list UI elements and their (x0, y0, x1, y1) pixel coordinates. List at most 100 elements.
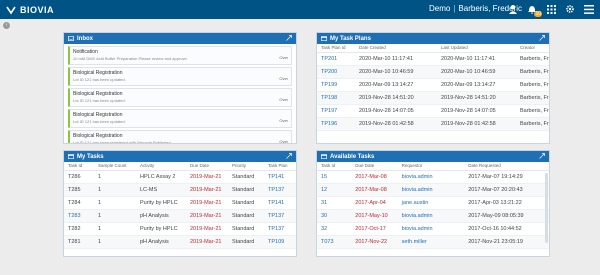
inbox-item-flag: Over (279, 76, 288, 81)
table-row[interactable]: T286 1 HPLC Assay 2 2019-Mar-21 Standard TP14… (64, 170, 296, 184)
inbox-item[interactable]: Biological Registration Lot ID 121 has be… (68, 109, 292, 128)
table-cell[interactable]: TP199 (317, 78, 355, 92)
table-cell[interactable]: 30 (317, 209, 352, 223)
sidebar-toggle-icon[interactable]: › (3, 22, 10, 29)
table-cell[interactable]: TP196 (317, 117, 355, 131)
column-header[interactable]: Task Id (64, 162, 94, 171)
column-header[interactable]: Creator (516, 44, 549, 53)
top-bar: BIOVIA Demo | Barberis, Frederic 10 (0, 0, 600, 19)
inbox-item[interactable]: Notification 10 mM DMX Acid Buffer Prepar… (68, 46, 292, 65)
table-row[interactable]: TP200 2020-Mar-10 10:46:59 2020-Mar-10 10:… (317, 65, 549, 79)
table-cell[interactable]: 32 (317, 222, 352, 236)
inbox-item-flag: Over (279, 118, 288, 123)
table-cell: 2017-Oct-16 10:44:52 (464, 222, 549, 236)
table-row[interactable]: T282 1 Purity by HPLC 2019-Mar-21 Standard TP… (64, 222, 296, 236)
table-cell[interactable]: biovia.admin (397, 183, 465, 197)
inbox-item-title: Biological Registration (73, 112, 123, 118)
table-cell[interactable]: TP141 (264, 170, 296, 184)
table-cell[interactable]: 31 (317, 196, 352, 210)
table-cell[interactable]: TP137 (264, 209, 296, 223)
table-cell[interactable]: T073 (317, 235, 352, 249)
table-cell[interactable]: TP137 (264, 183, 296, 197)
table-row[interactable]: 32 2017-Oct-17 biovia.admin 2017-Oct-16 10:… (317, 222, 549, 236)
column-header[interactable]: Task Id (317, 162, 352, 171)
table-cell[interactable]: TP141 (264, 196, 296, 210)
column-header[interactable]: Date Requested (464, 162, 549, 171)
table-cell: Standard (228, 209, 264, 223)
table-cell[interactable]: 12 (317, 183, 352, 197)
column-header[interactable]: Task Plan (264, 162, 296, 171)
task-plans-panel: My Task Plans Task Plan Id Date Created La… (316, 32, 550, 144)
inbox-item[interactable]: Biological Registration Lot ID 121 has be… (68, 67, 292, 86)
table-row[interactable]: T073 2017-Nov-22 seth.miller 2017-Nov-21 23… (317, 235, 549, 249)
table-cell[interactable]: TP137 (264, 222, 296, 236)
table-row[interactable]: TP198 2019-Nov-28 14:51:20 2019-Nov-28 14:… (317, 91, 549, 105)
table-cell[interactable]: jane.austin (397, 196, 465, 210)
table-cell: 1 (94, 235, 136, 249)
scrollbar[interactable] (545, 173, 548, 243)
calendar-icon (68, 154, 74, 159)
table-row[interactable]: T285 1 LC-MS 2019-Mar-21 Standard TP137 (64, 183, 296, 197)
settings-gear-icon[interactable] (563, 2, 577, 16)
inbox-item[interactable]: Biological Registration Lot ID 121 has be… (68, 130, 292, 143)
table-cell: 1 (94, 209, 136, 223)
column-header[interactable]: Last Updated (437, 44, 516, 53)
table-cell[interactable]: TP109 (264, 235, 296, 249)
table-row[interactable]: TP197 2019-Nov-28 14:07:05 2019-Nov-28 14:… (317, 104, 549, 118)
column-header[interactable]: Requestor (397, 162, 465, 171)
my-tasks-title: My Tasks (77, 153, 104, 160)
table-cell[interactable]: 15 (317, 170, 352, 184)
table-cell: 2017-May-10 (351, 209, 398, 223)
table-row[interactable]: 31 2017-Apr-04 jane.austin 2017-Apr-03 13:2… (317, 196, 549, 210)
table-cell: 2017-Apr-04 (351, 196, 398, 210)
table-row[interactable]: T284 1 Purity by HPLC 2019-Mar-21 Standard TP… (64, 196, 296, 210)
table-cell[interactable]: TP198 (317, 91, 355, 105)
expand-icon[interactable] (286, 35, 292, 41)
column-header[interactable]: Priority (228, 162, 264, 171)
table-cell[interactable]: biovia.admin (397, 209, 465, 223)
notifications-bell-icon[interactable]: 10 (525, 2, 542, 17)
column-header[interactable]: Sample Count (94, 162, 136, 171)
table-row[interactable]: 12 2017-Mar-08 biovia.admin 2017-Mar-07 20:… (317, 183, 549, 197)
user-separator: | (453, 4, 456, 13)
table-cell: 2017-Mar-08 (351, 170, 398, 184)
column-header[interactable]: Activity (136, 162, 186, 171)
expand-icon[interactable] (539, 35, 545, 41)
logo-text: BIOVIA (20, 4, 55, 15)
table-row[interactable]: TP201 2020-Mar-10 11:17:41 2020-Mar-10 11:… (317, 52, 549, 66)
apps-grid-icon[interactable] (544, 2, 558, 16)
table-row[interactable]: T283 1 pH Analysis 2019-Mar-21 Standard TP137 (64, 209, 296, 223)
table-cell[interactable]: biovia.admin (397, 222, 465, 236)
expand-icon[interactable] (539, 153, 545, 159)
table-cell: 2020-Mar-10 10:46:59 (437, 65, 516, 79)
my-tasks-panel: My Tasks Task Id Sample Count Activity Due … (63, 150, 297, 257)
table-cell: 2019-Nov-28 01:42:58 (437, 117, 516, 131)
inbox-item[interactable]: Biological Registration Lot ID 121 has be… (68, 88, 292, 107)
inbox-icon (68, 36, 74, 41)
menu-icon[interactable] (582, 2, 596, 16)
table-cell[interactable]: TP200 (317, 65, 355, 79)
table-cell: LC-MS (136, 183, 186, 197)
biovia-logo[interactable]: BIOVIA (6, 5, 54, 15)
table-row[interactable]: 15 2017-Mar-08 biovia.admin 2017-Mar-07 19:… (317, 170, 549, 184)
user-icon[interactable] (506, 2, 520, 16)
column-header[interactable]: Task Plan Id (317, 44, 355, 53)
table-cell: 1 (94, 183, 136, 197)
column-header[interactable]: Date Created (355, 44, 437, 53)
expand-icon[interactable] (286, 153, 292, 159)
table-cell: Standard (228, 222, 264, 236)
table-cell[interactable]: TP197 (317, 104, 355, 118)
user-name: Demo (429, 4, 451, 13)
table-row[interactable]: 30 2017-May-10 biovia.admin 2017-May-09 08:… (317, 209, 549, 223)
table-cell: pH Analysis (136, 235, 186, 249)
table-row[interactable]: TP196 2019-Nov-28 01:42:58 2019-Nov-28 01:… (317, 117, 549, 131)
column-header[interactable]: Due Date (351, 162, 398, 171)
table-cell[interactable]: TP201 (317, 52, 355, 66)
table-row[interactable]: TP199 2020-Mar-09 13:14:27 2020-Mar-09 13:… (317, 78, 549, 92)
table-cell: 2019-Nov-28 14:51:20 (355, 91, 437, 105)
inbox-item-subtitle: Lot ID 121 has been updated. (73, 119, 126, 124)
table-cell[interactable]: biovia.admin (397, 170, 465, 184)
table-row[interactable]: T281 1 pH Analysis 2019-Mar-21 Standard TP109 (64, 235, 296, 249)
table-cell[interactable]: seth.miller (397, 235, 465, 249)
column-header[interactable]: Due Date (186, 162, 228, 171)
